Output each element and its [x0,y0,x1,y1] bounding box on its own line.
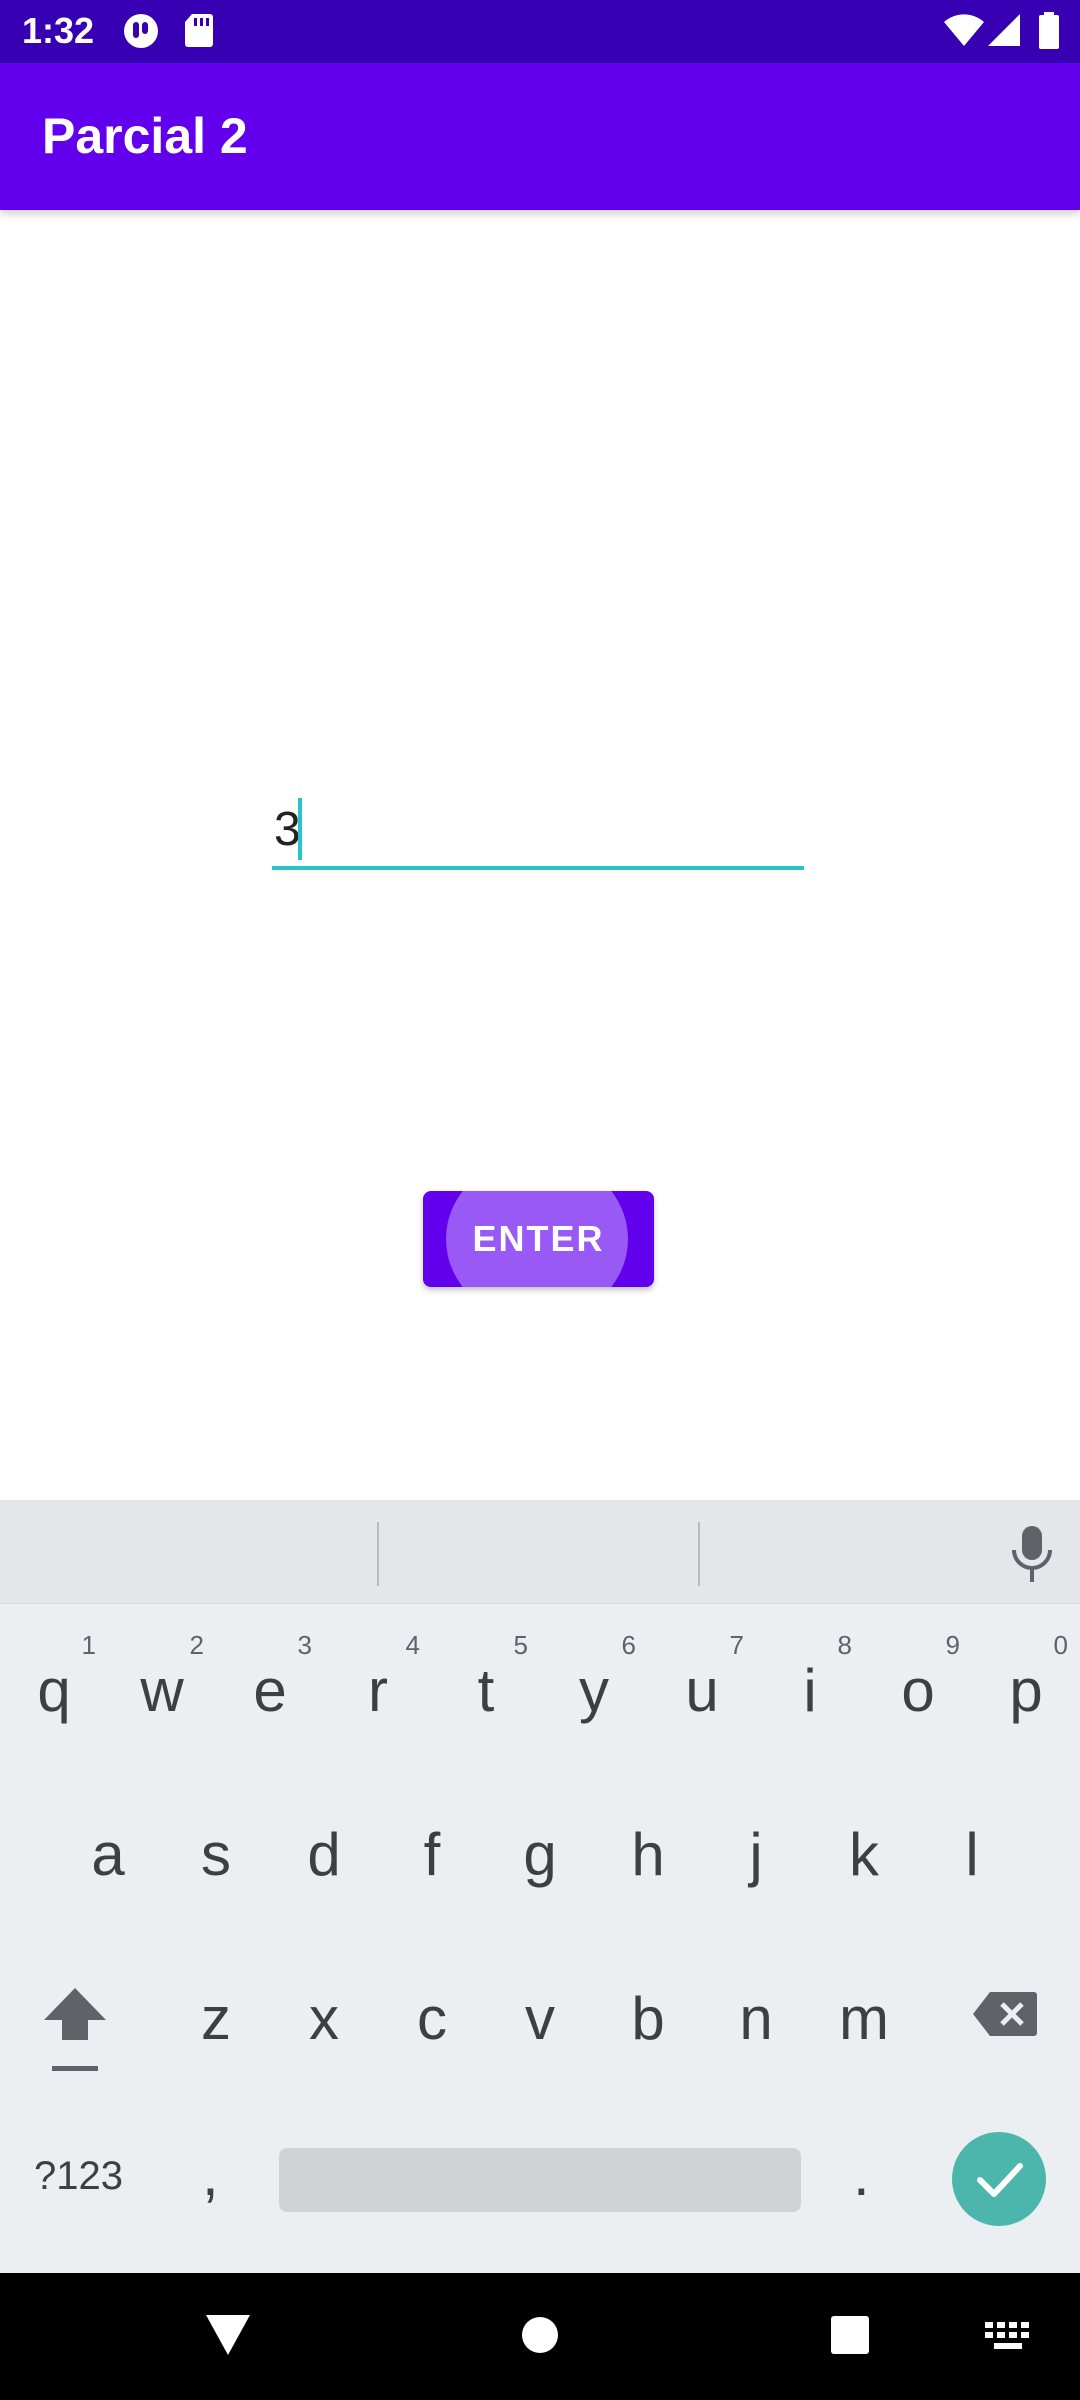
cell-signal-icon [988,14,1020,46]
done-key[interactable] [952,2132,1046,2226]
key-c[interactable]: c [378,1938,486,2088]
key-j[interactable]: j [702,1774,810,1924]
key-m[interactable]: m [810,1938,918,2088]
key-t[interactable]: 5t [432,1610,540,1760]
app-bar: Parcial 2 [0,63,1080,210]
suggestion-divider [377,1522,379,1586]
enter-button[interactable]: ENTER [423,1191,654,1287]
key-y[interactable]: 6y [540,1610,648,1760]
enter-button-label: ENTER [472,1218,605,1259]
home-icon[interactable] [520,2315,560,2355]
key-w[interactable]: 2w [108,1610,216,1760]
app-title: Parcial 2 [42,108,248,164]
space-key[interactable] [279,2148,801,2212]
suggestion-divider [698,1522,700,1586]
key-q[interactable]: 1q [0,1610,108,1760]
notification-app-icon [124,14,158,48]
wifi-icon [944,14,984,46]
navigation-bar [0,2273,1080,2400]
status-bar: 1:32 [0,0,1080,63]
text-cursor [298,798,302,860]
key-z[interactable]: z [162,1938,270,2088]
microphone-icon[interactable] [1008,1522,1056,1586]
shift-icon[interactable] [40,1984,110,2080]
suggestion-strip [0,1500,1080,1604]
comma-key[interactable]: , [202,2140,219,2209]
key-g[interactable]: g [486,1774,594,1924]
input-underline [272,866,804,870]
keyboard-switch-icon[interactable] [984,2321,1032,2351]
symbols-key[interactable]: ?123 [34,2154,123,2199]
key-f[interactable]: f [378,1774,486,1924]
backspace-icon[interactable] [972,1990,1038,2038]
period-key[interactable]: . [853,2140,870,2209]
key-l[interactable]: l [918,1774,1026,1924]
key-a[interactable]: a [54,1774,162,1924]
key-o[interactable]: 9o [864,1610,972,1760]
key-b[interactable]: b [594,1938,702,2088]
key-h[interactable]: h [594,1774,702,1924]
input-value: 3 [274,803,301,856]
number-input[interactable]: 3 [272,790,804,870]
sd-card-icon [185,14,213,47]
recents-icon[interactable] [830,2315,870,2355]
checkmark-icon [977,2163,1023,2197]
key-x[interactable]: x [270,1938,378,2088]
key-p[interactable]: 0p [972,1610,1080,1760]
key-k[interactable]: k [810,1774,918,1924]
key-e[interactable]: 3e [216,1610,324,1760]
key-s[interactable]: s [162,1774,270,1924]
key-r[interactable]: 4r [324,1610,432,1760]
key-n[interactable]: n [702,1938,810,2088]
key-u[interactable]: 7u [648,1610,756,1760]
back-icon[interactable] [204,2313,252,2357]
status-time: 1:32 [22,10,95,51]
key-i[interactable]: 8i [756,1610,864,1760]
key-v[interactable]: v [486,1938,594,2088]
key-d[interactable]: d [270,1774,378,1924]
battery-icon [1039,12,1059,49]
